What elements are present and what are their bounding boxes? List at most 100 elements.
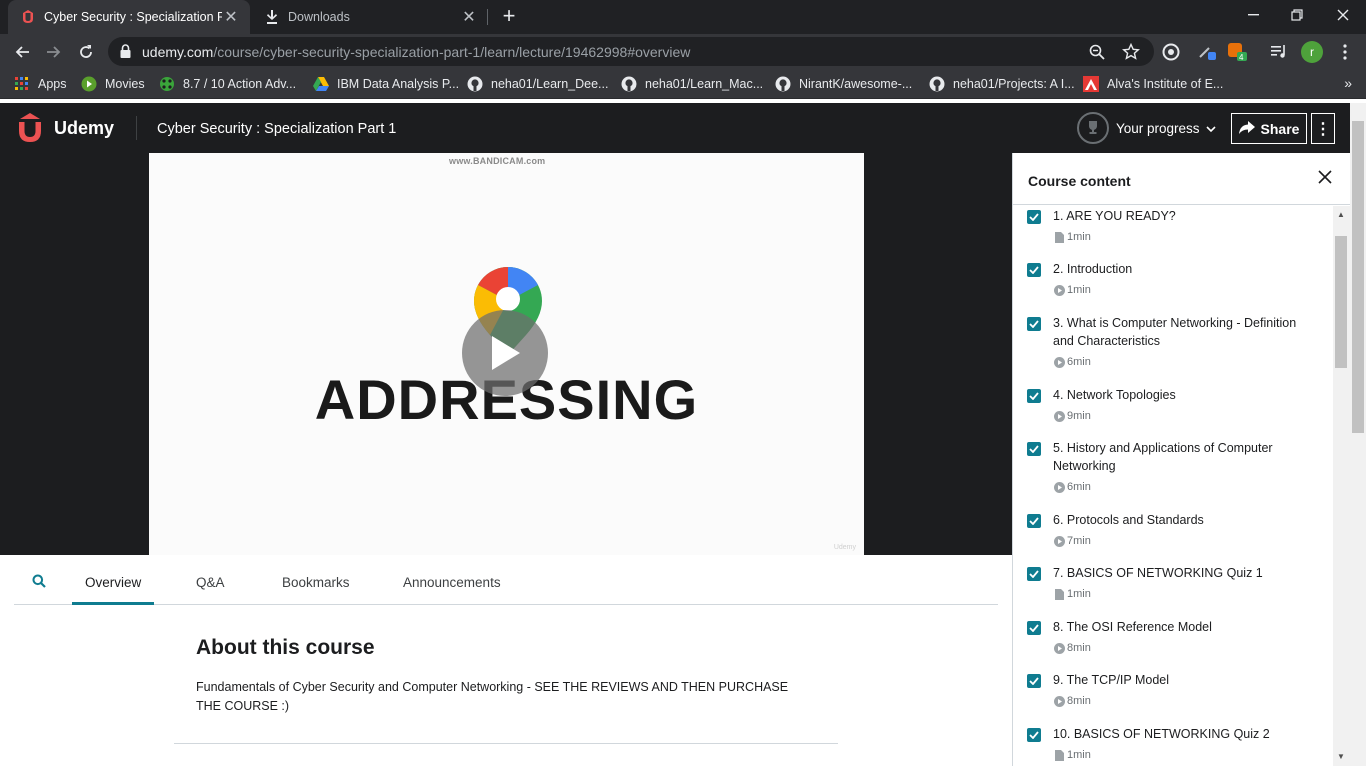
curriculum-item[interactable]: 2. Introduction 1min xyxy=(1013,260,1333,310)
about-description: Fundamentals of Cyber Security and Compu… xyxy=(196,680,789,713)
curriculum-item[interactable]: 7. BASICS OF NETWORKING Quiz 1 1min xyxy=(1013,564,1333,614)
back-arrow-icon[interactable] xyxy=(10,40,34,64)
checkbox[interactable] xyxy=(1027,210,1041,224)
tab-qa[interactable]: Q&A xyxy=(196,575,225,590)
checkbox[interactable] xyxy=(1027,263,1041,277)
sidebar-header: Course content xyxy=(1013,153,1350,205)
scrollbar-thumb[interactable] xyxy=(1335,236,1347,368)
share-button[interactable]: Share xyxy=(1231,113,1307,144)
bookmark-github-2[interactable]: neha01/Learn_Mac... xyxy=(621,76,763,92)
browser-menu-icon[interactable] xyxy=(1334,41,1356,63)
lecture-meta: 6min xyxy=(1053,481,1091,493)
restore-icon[interactable] xyxy=(1274,0,1320,30)
tab-title: Downloads xyxy=(288,10,350,24)
curriculum-item[interactable]: 3. What is Computer Networking - Definit… xyxy=(1013,314,1333,382)
play-icon xyxy=(492,336,520,370)
minimize-icon[interactable] xyxy=(1230,0,1276,30)
bookmarks-overflow-button[interactable]: » xyxy=(1344,75,1352,91)
checkbox[interactable] xyxy=(1027,442,1041,456)
extension-badge-icon[interactable]: 4 xyxy=(1226,41,1248,63)
tab-bookmarks[interactable]: Bookmarks xyxy=(282,575,350,590)
bookmark-ibm[interactable]: IBM Data Analysis P... xyxy=(313,76,459,92)
bookmark-movies[interactable]: Movies xyxy=(81,76,145,92)
lecture-meta: 8min xyxy=(1053,695,1091,707)
sidebar-scrollbar[interactable]: ▲ ▼ xyxy=(1333,206,1350,766)
curriculum-item[interactable]: 1. ARE YOU READY? 1min xyxy=(1013,207,1333,257)
bookmark-rating[interactable]: 8.7 / 10 Action Adv... xyxy=(159,76,296,92)
scroll-up-icon[interactable]: ▲ xyxy=(1337,210,1345,219)
checkbox[interactable] xyxy=(1027,389,1041,403)
bookmark-label: IBM Data Analysis P... xyxy=(337,77,460,91)
lecture-title: 6. Protocols and Standards xyxy=(1053,513,1204,527)
curriculum-item[interactable]: 6. Protocols and Standards 7min xyxy=(1013,511,1333,561)
checkbox[interactable] xyxy=(1027,567,1041,581)
checkbox[interactable] xyxy=(1027,317,1041,331)
curriculum-item[interactable]: 9. The TCP/IP Model 8min xyxy=(1013,671,1333,721)
close-icon[interactable] xyxy=(1318,170,1336,188)
lecture-title: 1. ARE YOU READY? xyxy=(1053,209,1176,223)
tab-announcements[interactable]: Announcements xyxy=(403,575,501,590)
lecture-title: 8. The OSI Reference Model xyxy=(1053,620,1212,634)
profile-avatar[interactable]: r xyxy=(1301,41,1323,63)
udemy-header: Udemy Cyber Security : Specialization Pa… xyxy=(0,103,1366,153)
document-icon xyxy=(1053,749,1065,761)
curriculum-item[interactable]: 4. Network Topologies 9min xyxy=(1013,386,1333,436)
apps-grid-icon xyxy=(14,76,30,92)
close-tab-icon[interactable]: ✕ xyxy=(222,8,240,26)
video-play-icon xyxy=(1053,642,1065,654)
lecture-duration: 1min xyxy=(1067,231,1091,243)
bookmark-github-3[interactable]: NirantK/awesome-... xyxy=(775,76,912,92)
lecture-duration: 6min xyxy=(1067,481,1091,493)
tab-udemy-course[interactable]: Cyber Security : Specialization Pa ✕ xyxy=(8,0,250,34)
video-player[interactable]: www.BANDICAM.com ADDRESSING Udemy xyxy=(0,153,1012,555)
extension-circle-icon[interactable] xyxy=(1160,41,1182,63)
url-path: /course/cyber-security-specialization-pa… xyxy=(213,44,691,60)
tab-downloads[interactable]: Downloads ✕ xyxy=(252,0,488,34)
address-bar[interactable]: udemy.com/course/cyber-security-speciali… xyxy=(108,37,1154,66)
lecture-title: 9. The TCP/IP Model xyxy=(1053,673,1170,687)
curriculum-item[interactable]: 10. BASICS OF NETWORKING Quiz 2 1min xyxy=(1013,725,1333,766)
page-scrollbar-thumb[interactable] xyxy=(1352,121,1364,433)
close-tab-icon[interactable]: ✕ xyxy=(460,8,478,26)
curriculum-item[interactable]: 5. History and Applications of Computer … xyxy=(1013,439,1333,507)
lecture-meta: 1min xyxy=(1053,231,1091,243)
lecture-duration: 6min xyxy=(1067,356,1091,368)
extension-pen-icon[interactable] xyxy=(1196,41,1218,63)
reload-icon[interactable] xyxy=(74,40,98,64)
lecture-title: 4. Network Topologies xyxy=(1053,388,1176,402)
course-title[interactable]: Cyber Security : Specialization Part 1 xyxy=(157,121,396,137)
lecture-duration: 9min xyxy=(1067,410,1091,422)
rating-icon xyxy=(159,76,175,92)
play-button[interactable] xyxy=(462,310,548,396)
progress-button[interactable]: Your progress xyxy=(1077,112,1216,144)
scroll-down-icon[interactable]: ▼ xyxy=(1337,752,1345,761)
media-control-icon[interactable] xyxy=(1268,41,1290,63)
checkbox[interactable] xyxy=(1027,514,1041,528)
page-scrollbar[interactable] xyxy=(1350,103,1366,766)
checkbox[interactable] xyxy=(1027,621,1041,635)
bookmark-github-4[interactable]: neha01/Projects: A I... xyxy=(929,76,1075,92)
search-icon[interactable] xyxy=(32,574,46,593)
more-options-button[interactable]: ⋮ xyxy=(1311,113,1335,144)
bookmark-alvas[interactable]: Alva's Institute of E... xyxy=(1083,76,1223,92)
lecture-meta: 8min xyxy=(1053,642,1091,654)
bookmark-star-icon[interactable] xyxy=(1122,42,1140,61)
close-window-icon[interactable] xyxy=(1320,0,1366,30)
checkbox[interactable] xyxy=(1027,674,1041,688)
lecture-title: 7. BASICS OF NETWORKING Quiz 1 xyxy=(1053,566,1263,580)
progress-label: Your progress xyxy=(1116,120,1200,136)
bookmark-apps[interactable]: Apps xyxy=(14,76,67,92)
url-host: udemy.com xyxy=(142,44,214,60)
new-tab-icon[interactable]: + xyxy=(498,5,520,28)
curriculum-item[interactable]: 8. The OSI Reference Model 8min xyxy=(1013,618,1333,668)
bookmark-label: Apps xyxy=(38,77,67,91)
tab-overview[interactable]: Overview xyxy=(85,575,141,590)
checkbox[interactable] xyxy=(1027,728,1041,742)
bookmark-github-1[interactable]: neha01/Learn_Dee... xyxy=(467,76,608,92)
zoom-icon[interactable] xyxy=(1088,43,1106,61)
forward-arrow-icon[interactable] xyxy=(42,40,66,64)
course-content-sidebar: Course content 1. ARE YOU READY? 1min 2.… xyxy=(1012,153,1350,766)
tab-separator xyxy=(487,9,488,25)
lecture-duration: 1min xyxy=(1067,588,1091,600)
udemy-logo[interactable]: Udemy xyxy=(14,113,114,143)
